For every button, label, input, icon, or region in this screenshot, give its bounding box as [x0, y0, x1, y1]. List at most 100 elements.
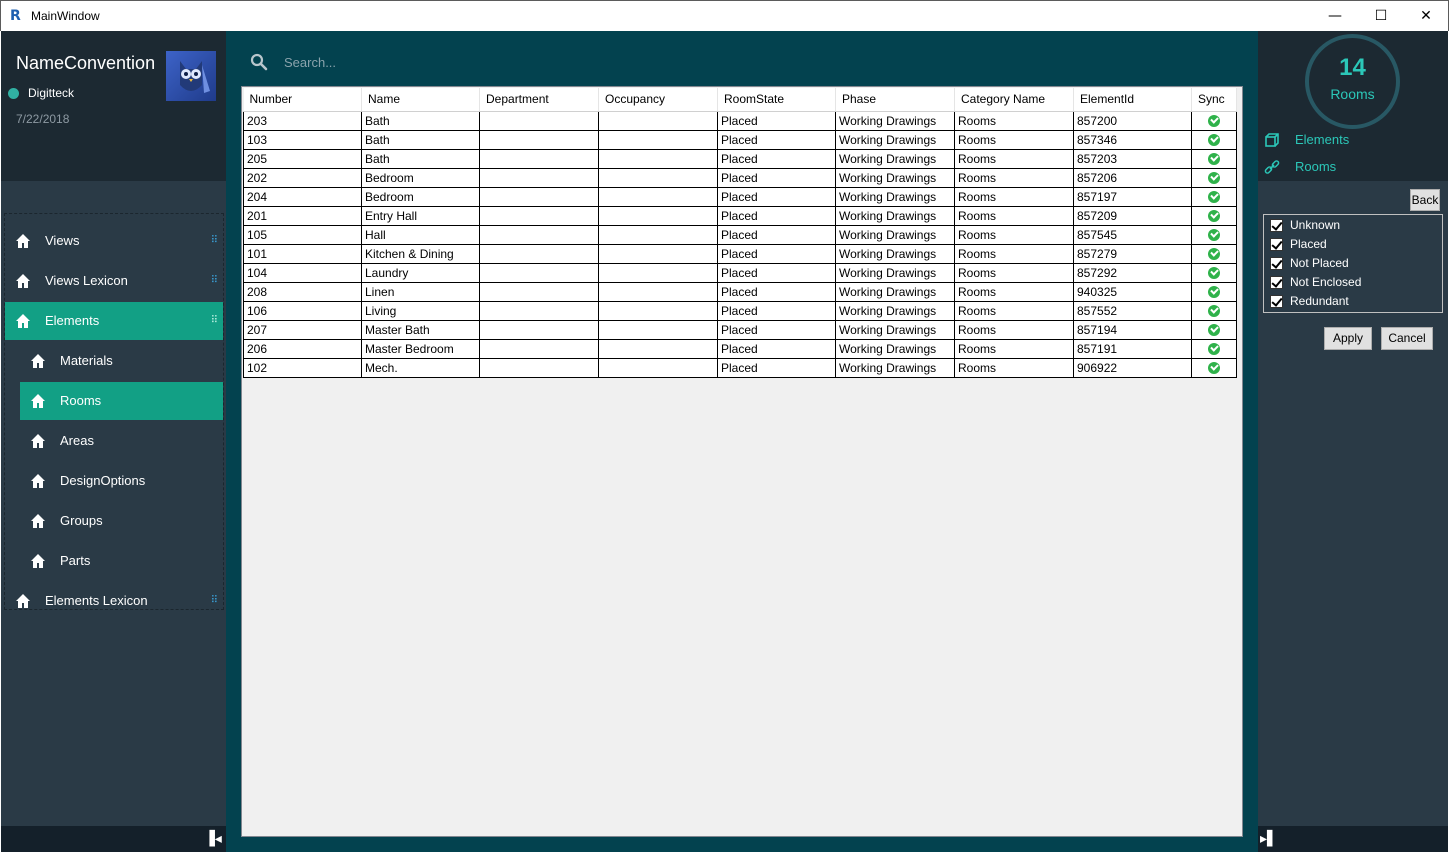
table-cell[interactable]: 203 [243, 110, 362, 131]
table-cell[interactable]: Rooms [954, 300, 1074, 321]
table-cell[interactable]: Placed [717, 205, 836, 226]
drag-handle-icon[interactable]: ⠿ [211, 275, 218, 286]
table-cell[interactable]: Rooms [954, 338, 1074, 359]
table-cell[interactable]: 207 [243, 319, 362, 340]
nav-item-areas[interactable]: Areas [5, 422, 223, 460]
table-cell[interactable]: Bedroom [361, 186, 480, 207]
table-cell[interactable]: Working Drawings [835, 338, 955, 359]
table-cell[interactable]: Working Drawings [835, 186, 955, 207]
table-row[interactable]: 106 Living Placed Working Drawings Rooms 8575… [243, 300, 1237, 321]
table-cell[interactable] [598, 300, 718, 321]
table-row[interactable]: 202 Bedroom Placed Working Drawings Rooms 857… [243, 167, 1237, 188]
table-cell[interactable] [479, 148, 599, 169]
table-cell[interactable]: Rooms [954, 357, 1074, 378]
table-cell[interactable]: Kitchen & Dining [361, 243, 480, 264]
column-header[interactable]: Number [243, 88, 362, 112]
table-cell[interactable]: 857346 [1073, 129, 1192, 150]
table-cell[interactable]: 204 [243, 186, 362, 207]
table-cell[interactable] [479, 243, 599, 264]
table-cell[interactable]: 857292 [1073, 262, 1192, 283]
nav-item-views[interactable]: Views ⠿ [5, 222, 223, 260]
close-button[interactable]: ✕ [1403, 1, 1449, 31]
table-cell[interactable]: Rooms [954, 243, 1074, 264]
table-cell[interactable] [598, 319, 718, 340]
table-cell[interactable]: Working Drawings [835, 243, 955, 264]
table-cell[interactable]: 857194 [1073, 319, 1192, 340]
table-cell[interactable] [598, 129, 718, 150]
table-cell[interactable] [598, 338, 718, 359]
table-cell[interactable] [479, 319, 599, 340]
table-cell[interactable]: Living [361, 300, 480, 321]
table-cell[interactable] [479, 281, 599, 302]
nav-item-groups[interactable]: Groups [5, 502, 223, 540]
table-cell[interactable]: 102 [243, 357, 362, 378]
table-cell[interactable] [598, 186, 718, 207]
table-cell[interactable]: 206 [243, 338, 362, 359]
table-cell[interactable]: 103 [243, 129, 362, 150]
column-header[interactable]: RoomState [717, 88, 836, 112]
table-cell[interactable]: Rooms [954, 205, 1074, 226]
table-cell[interactable]: 857209 [1073, 205, 1192, 226]
table-cell[interactable]: Placed [717, 243, 836, 264]
nav-item-parts[interactable]: Parts [5, 542, 223, 580]
drag-handle-icon[interactable]: ⠿ [211, 235, 218, 246]
column-header[interactable]: Sync [1191, 88, 1237, 112]
table-row[interactable]: 203 Bath Placed Working Drawings Rooms 857200 [243, 110, 1237, 131]
collapse-right-icon[interactable]: ▸▌ [1260, 830, 1278, 848]
column-header[interactable]: ElementId [1073, 88, 1192, 112]
table-cell[interactable]: Placed [717, 186, 836, 207]
table-cell[interactable]: Rooms [954, 224, 1074, 245]
cancel-button[interactable]: Cancel [1381, 327, 1433, 350]
table-cell[interactable] [479, 129, 599, 150]
table-cell[interactable]: Placed [717, 319, 836, 340]
table-cell[interactable]: Placed [717, 148, 836, 169]
table-cell[interactable]: Placed [717, 129, 836, 150]
table-cell[interactable] [598, 167, 718, 188]
table-cell[interactable]: Bath [361, 148, 480, 169]
table-cell[interactable]: Rooms [954, 129, 1074, 150]
table-cell[interactable]: Working Drawings [835, 110, 955, 131]
checkbox-checked-icon[interactable] [1270, 295, 1283, 308]
table-cell[interactable]: Placed [717, 167, 836, 188]
table-cell[interactable]: 857191 [1073, 338, 1192, 359]
nav-item-materials[interactable]: Materials [5, 342, 223, 380]
back-button[interactable]: Back [1410, 189, 1440, 211]
table-cell[interactable]: Working Drawings [835, 319, 955, 340]
table-cell[interactable]: Laundry [361, 262, 480, 283]
column-header[interactable]: Category Name [954, 88, 1074, 112]
table-cell[interactable]: Working Drawings [835, 262, 955, 283]
table-cell[interactable]: Rooms [954, 262, 1074, 283]
table-cell[interactable]: 857197 [1073, 186, 1192, 207]
table-cell[interactable] [598, 281, 718, 302]
nav-item-designoptions[interactable]: DesignOptions [5, 462, 223, 500]
table-cell[interactable]: Rooms [954, 186, 1074, 207]
table-cell[interactable]: 857203 [1073, 148, 1192, 169]
table-cell[interactable]: Placed [717, 357, 836, 378]
table-cell[interactable] [479, 205, 599, 226]
table-cell[interactable]: Master Bath [361, 319, 480, 340]
table-cell[interactable]: Rooms [954, 281, 1074, 302]
table-row[interactable]: 207 Master Bath Placed Working Drawings Room… [243, 319, 1237, 340]
table-row[interactable]: 103 Bath Placed Working Drawings Rooms 857346 [243, 129, 1237, 150]
table-cell[interactable]: 205 [243, 148, 362, 169]
table-cell[interactable] [479, 262, 599, 283]
table-cell[interactable] [598, 224, 718, 245]
table-cell[interactable]: Working Drawings [835, 167, 955, 188]
table-cell[interactable]: 104 [243, 262, 362, 283]
table-cell[interactable]: Placed [717, 281, 836, 302]
table-cell[interactable]: Placed [717, 338, 836, 359]
checkbox-checked-icon[interactable] [1270, 276, 1283, 289]
table-cell[interactable]: Working Drawings [835, 224, 955, 245]
table-cell[interactable]: Placed [717, 110, 836, 131]
table-cell[interactable]: Bedroom [361, 167, 480, 188]
table-cell[interactable]: 857206 [1073, 167, 1192, 188]
table-cell[interactable] [598, 262, 718, 283]
table-row[interactable]: 104 Laundry Placed Working Drawings Rooms 857… [243, 262, 1237, 283]
table-cell[interactable] [479, 110, 599, 131]
table-cell[interactable] [479, 300, 599, 321]
nav-item-elements-lexicon[interactable]: Elements Lexicon ⠿ [5, 582, 223, 620]
table-cell[interactable]: Working Drawings [835, 148, 955, 169]
table-cell[interactable] [598, 357, 718, 378]
table-cell[interactable]: Working Drawings [835, 205, 955, 226]
table-cell[interactable]: 906922 [1073, 357, 1192, 378]
